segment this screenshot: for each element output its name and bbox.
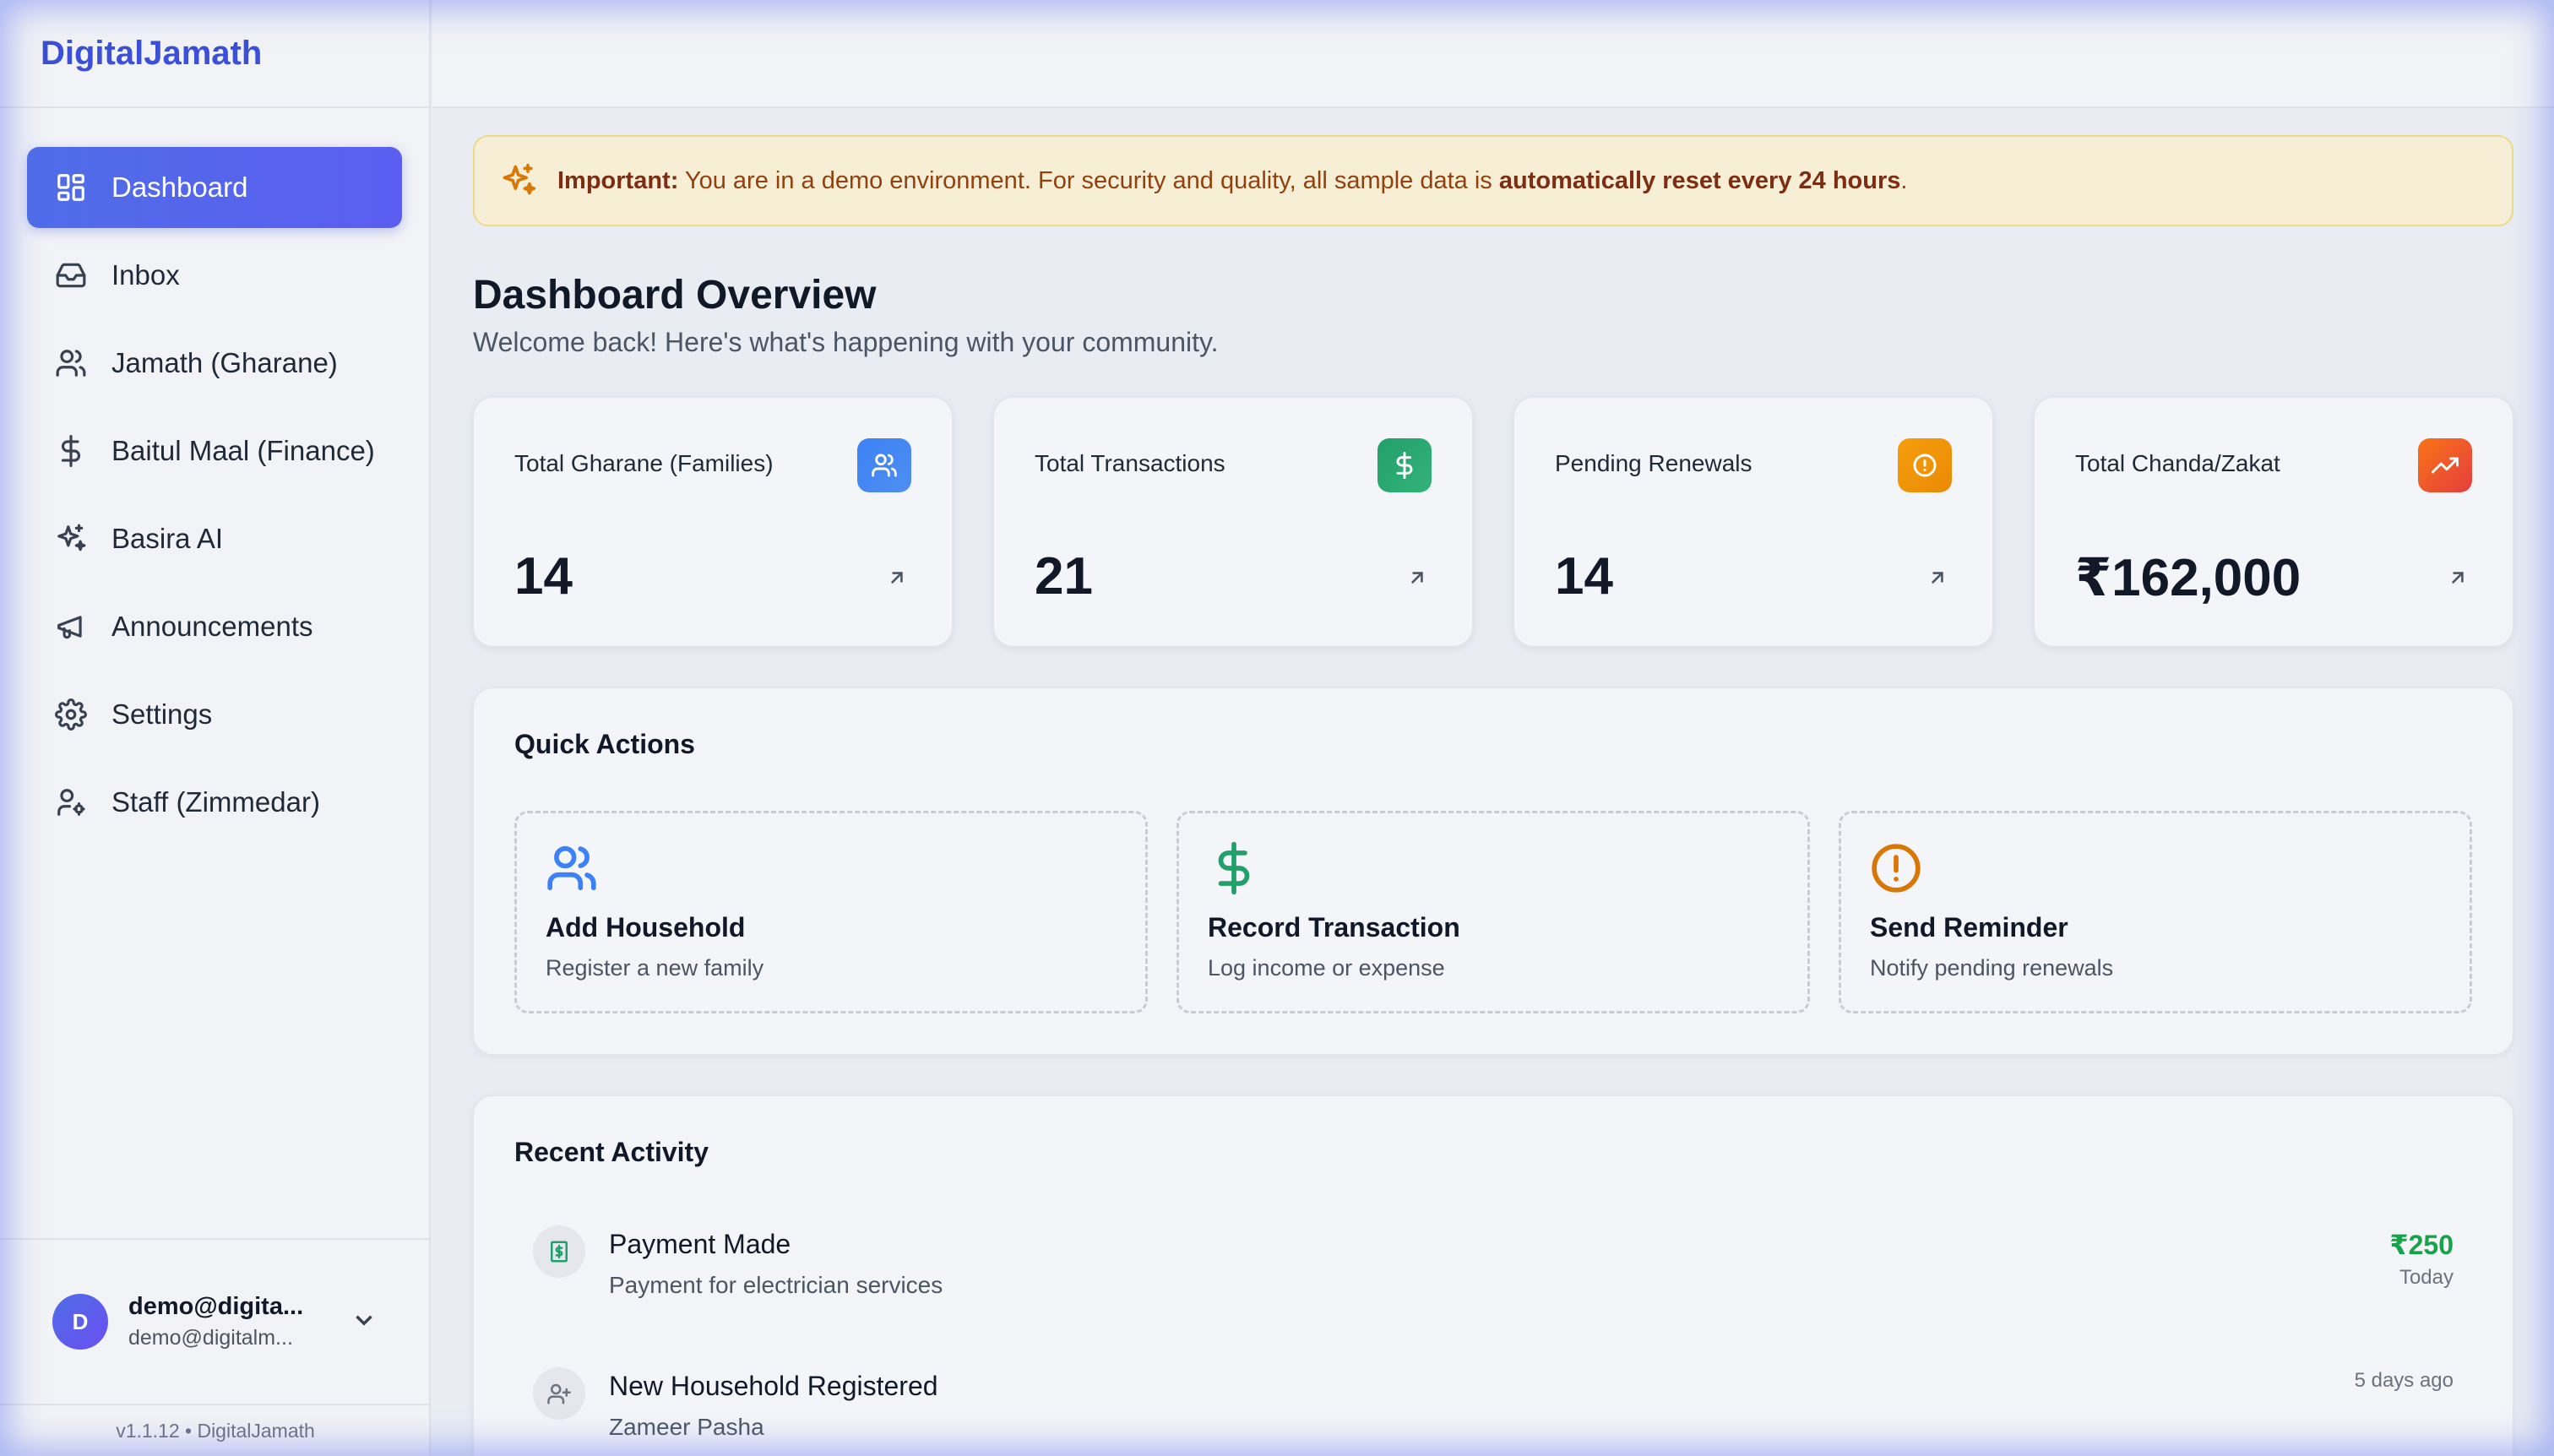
sidebar-item-dashboard[interactable]: Dashboard	[27, 147, 402, 228]
users-icon	[546, 845, 598, 898]
action-title: Send Reminder	[1870, 912, 2068, 943]
page-title: Dashboard Overview	[473, 273, 877, 318]
stat-value: 14	[1555, 547, 1613, 606]
dollar-icon	[1208, 841, 1260, 898]
sidebar-item-basira-ai[interactable]: Basira AI	[27, 498, 402, 579]
sidebar-item-label: Announcements	[111, 611, 313, 642]
trending-up-icon	[2418, 438, 2472, 492]
megaphone-icon	[54, 610, 88, 644]
action-title: Add Household	[546, 912, 746, 943]
stat-card-pending-renewals[interactable]: Pending Renewals 14	[1513, 397, 1993, 647]
arrow-up-right-icon	[1406, 567, 1428, 593]
stat-value: 14	[514, 547, 573, 606]
activity-subtitle: Payment for electrician services	[609, 1272, 943, 1298]
banner-text: Important: You are in a demo environment…	[557, 167, 1907, 195]
sparkles-icon	[500, 162, 537, 199]
user-name: demo@digita...	[128, 1293, 304, 1320]
sidebar-item-settings[interactable]: Settings	[27, 674, 402, 755]
add-household-button[interactable]: Add Household Register a new family	[514, 811, 1148, 1013]
action-title: Record Transaction	[1208, 912, 1460, 943]
banner-prefix: Important:	[557, 166, 679, 194]
main-content: Important: You are in a demo environment…	[473, 135, 2513, 1456]
activity-title: Payment Made	[609, 1229, 791, 1259]
top-bar	[432, 0, 2554, 108]
banner-suffix: .	[1900, 166, 1908, 194]
stats-row: Total Gharane (Families) 14 Total Transa…	[473, 397, 2513, 647]
arrow-up-right-icon	[1926, 567, 1948, 593]
sidebar-item-label: Staff (Zimmedar)	[111, 786, 320, 818]
activity-time: 5 days ago	[2354, 1369, 2453, 1392]
brand-logo[interactable]: DigitalJamath	[0, 0, 429, 108]
sidebar-item-inbox[interactable]: Inbox	[27, 235, 402, 316]
banner-body: You are in a demo environment. For secur…	[678, 166, 1499, 194]
quick-actions-list: Add Household Register a new family Reco…	[514, 811, 2472, 1013]
stat-card-families[interactable]: Total Gharane (Families) 14	[473, 397, 953, 647]
activity-title: New Household Registered	[609, 1371, 938, 1401]
panel-title: Recent Activity	[514, 1137, 709, 1167]
stat-value: 21	[1035, 547, 1093, 606]
stat-value: ₹162,000	[2075, 549, 2301, 607]
stat-label: Total Chanda/Zakat	[2075, 450, 2280, 476]
user-menu[interactable]: D demo@digita... demo@digitalm...	[0, 1238, 431, 1404]
gear-icon	[54, 698, 88, 731]
page-subtitle: Welcome back! Here's what's happening wi…	[473, 327, 1219, 357]
action-description: Register a new family	[546, 955, 764, 981]
dashboard-icon	[54, 171, 88, 204]
user-plus-icon	[533, 1367, 585, 1420]
stat-card-chanda-zakat[interactable]: Total Chanda/Zakat ₹162,000	[2034, 397, 2513, 647]
activity-time: Today	[2399, 1266, 2453, 1289]
arrow-up-right-icon	[886, 567, 908, 593]
list-item[interactable]: Payment Made Payment for electrician ser…	[514, 1217, 2472, 1359]
inbox-icon	[54, 258, 88, 292]
stat-card-transactions[interactable]: Total Transactions 21	[993, 397, 1473, 647]
sidebar-item-label: Inbox	[111, 259, 180, 291]
user-email: demo@digitalm...	[128, 1326, 293, 1350]
alert-icon	[1870, 844, 1922, 898]
stat-label: Total Gharane (Families)	[514, 450, 774, 476]
demo-warning-banner: Important: You are in a demo environment…	[473, 135, 2513, 226]
send-reminder-button[interactable]: Send Reminder Notify pending renewals	[1839, 811, 2472, 1013]
action-description: Log income or expense	[1208, 955, 1445, 981]
quick-actions-panel: Quick Actions Add Household Register a n…	[473, 687, 2513, 1055]
record-transaction-button[interactable]: Record Transaction Log income or expense	[1176, 811, 1810, 1013]
activity-subtitle: Zameer Pasha	[609, 1414, 764, 1440]
users-icon	[54, 346, 88, 380]
sidebar-item-finance[interactable]: Baitul Maal (Finance)	[27, 410, 402, 492]
activity-amount: ₹250	[2389, 1230, 2453, 1260]
app-version: v1.1.12 • DigitalJamath	[0, 1404, 431, 1456]
sidebar-item-announcements[interactable]: Announcements	[27, 586, 402, 667]
arrow-up-right-icon	[2447, 567, 2469, 593]
panel-title: Quick Actions	[514, 729, 695, 759]
sidebar-nav: Dashboard Inbox Jamath (Gharane) Baitul …	[0, 108, 429, 843]
sidebar-item-jamath[interactable]: Jamath (Gharane)	[27, 323, 402, 404]
alert-icon	[1898, 438, 1952, 492]
stat-label: Total Transactions	[1035, 450, 1225, 476]
stat-label: Pending Renewals	[1555, 450, 1752, 476]
users-icon	[857, 438, 911, 492]
avatar: D	[52, 1294, 108, 1350]
sidebar-item-label: Baitul Maal (Finance)	[111, 435, 375, 466]
sparkles-icon	[54, 522, 88, 556]
chevron-down-icon[interactable]	[350, 1306, 378, 1339]
activity-list: Payment Made Payment for electrician ser…	[514, 1217, 2472, 1456]
sidebar-item-label: Jamath (Gharane)	[111, 347, 338, 378]
sidebar-item-label: Settings	[111, 698, 213, 730]
sidebar: DigitalJamath Dashboard Inbox Jamath (Gh…	[0, 0, 431, 1456]
sidebar-item-label: Basira AI	[111, 523, 224, 554]
list-item[interactable]: New Household Registered Zameer Pasha 5 …	[514, 1359, 2472, 1456]
receipt-icon	[533, 1225, 585, 1278]
sidebar-item-label: Dashboard	[111, 171, 248, 203]
dollar-icon	[54, 434, 88, 468]
banner-emphasis: automatically reset every 24 hours	[1498, 166, 1901, 194]
recent-activity-panel: Recent Activity Payment Made Payment for…	[473, 1095, 2513, 1456]
sidebar-item-staff[interactable]: Staff (Zimmedar)	[27, 762, 402, 843]
dollar-icon	[1378, 438, 1432, 492]
action-description: Notify pending renewals	[1870, 955, 2114, 981]
user-cog-icon	[54, 785, 88, 819]
